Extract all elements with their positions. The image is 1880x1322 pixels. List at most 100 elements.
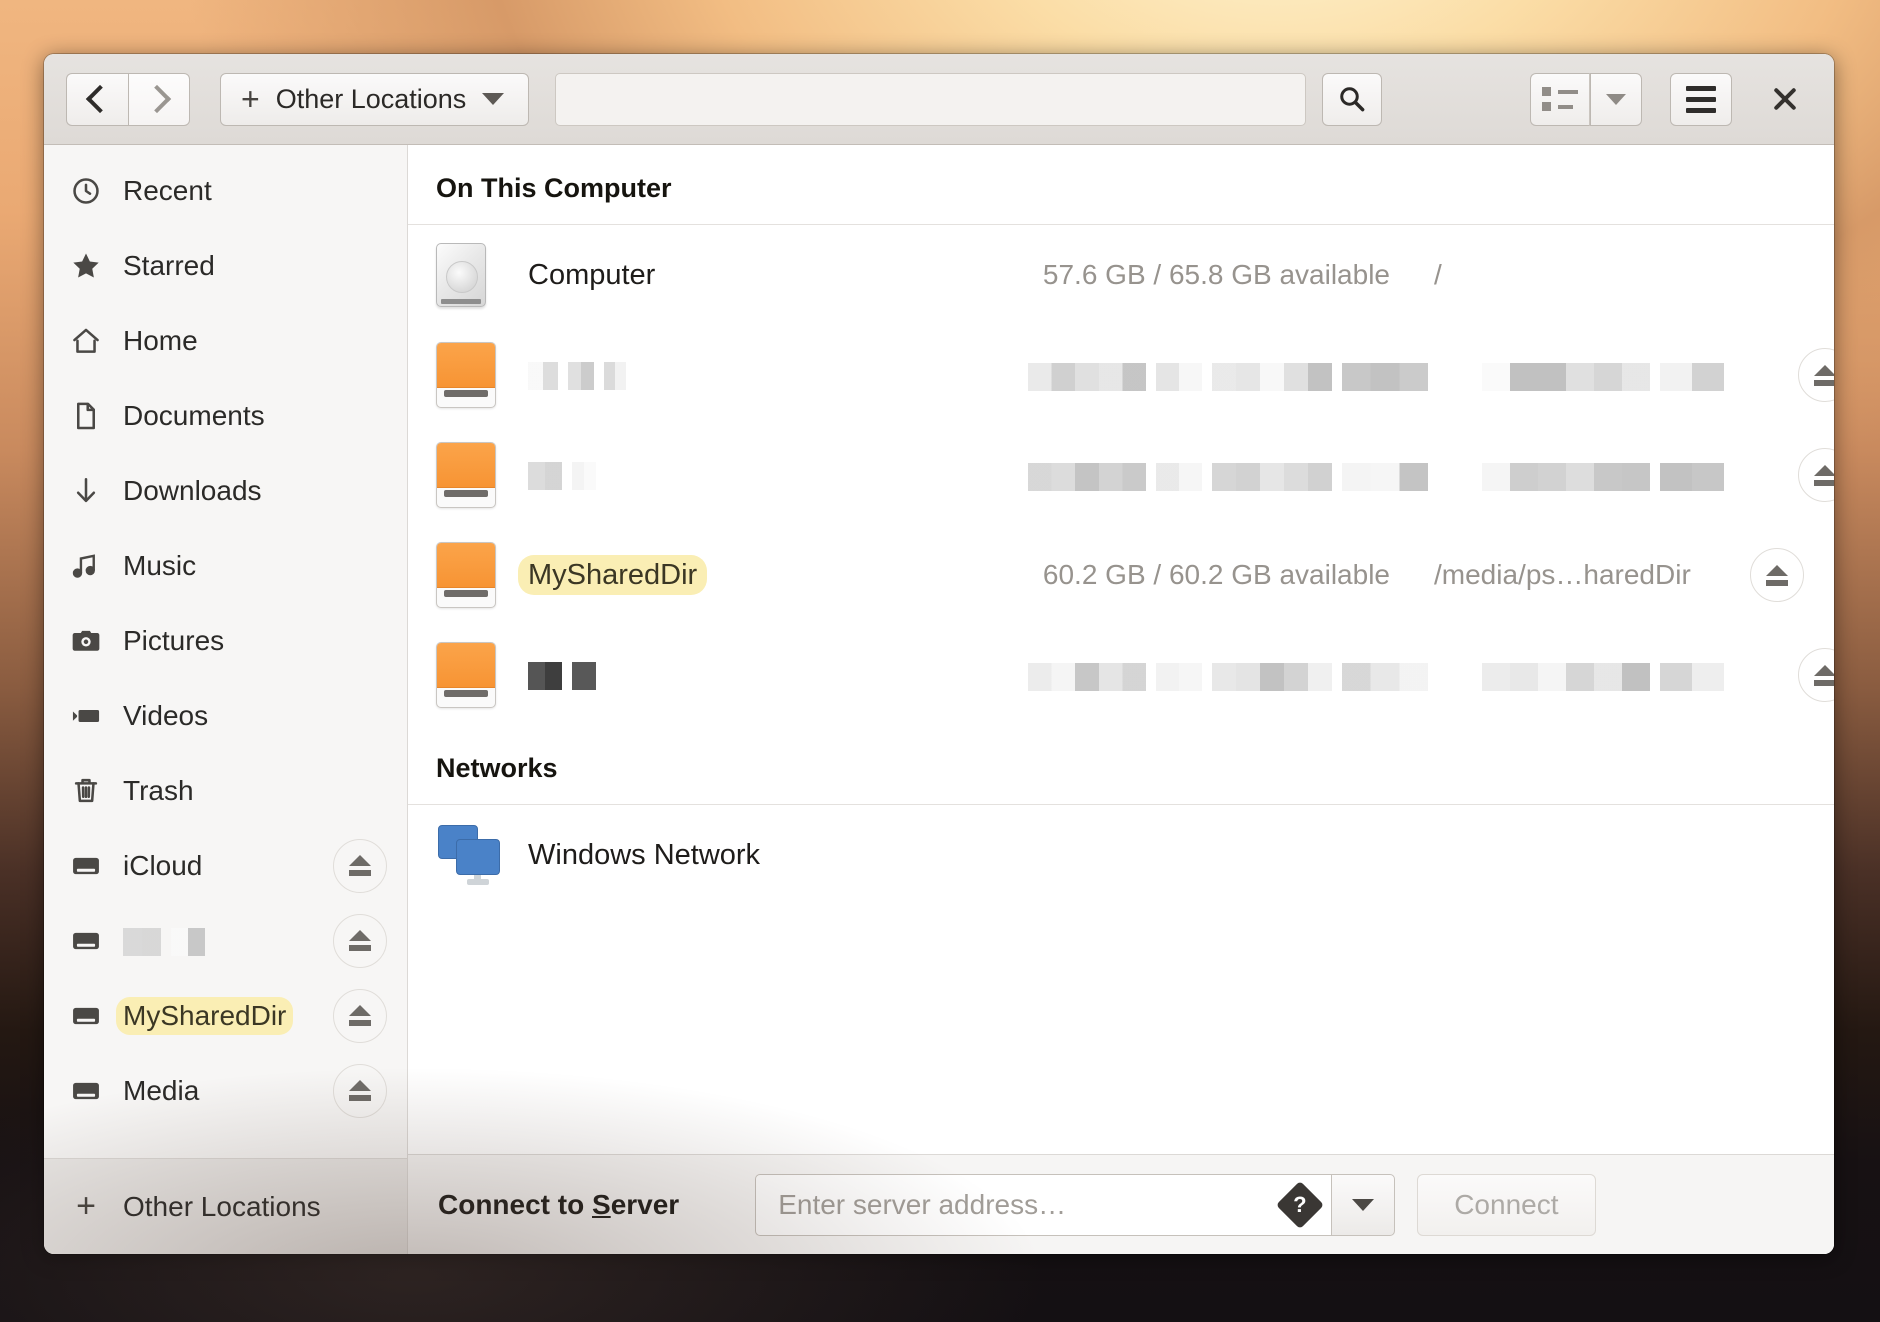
sidebar-item-label: Home — [123, 324, 198, 356]
redacted-text-block — [568, 361, 594, 390]
drive-icon — [69, 1074, 103, 1108]
redacted-text-block — [1212, 662, 1332, 691]
sidebar-item-documents[interactable]: Documents — [44, 378, 407, 453]
location-row[interactable]: Computer 57.6 GB / 65.8 GB available / — [408, 225, 1834, 325]
camera-icon — [69, 624, 103, 658]
eject-button[interactable] — [333, 913, 387, 968]
redacted-text-block — [528, 461, 562, 490]
location-row[interactable] — [408, 425, 1834, 525]
removable-drive-icon — [436, 342, 528, 408]
download-icon — [69, 474, 103, 508]
forward-button[interactable] — [128, 72, 190, 126]
sidebar-item-videos[interactable]: Videos — [44, 678, 407, 753]
sidebar-other-locations-label: Other Locations — [123, 1190, 321, 1222]
location-size — [1028, 659, 1482, 691]
trash-icon — [69, 774, 103, 808]
location-path: /media/ps…haredDir — [1434, 559, 1691, 590]
sidebar-item-downloads[interactable]: Downloads — [44, 453, 407, 528]
eject-button[interactable] — [333, 1063, 387, 1118]
location-row[interactable]: MySharedDir 60.2 GB / 60.2 GB available/m… — [408, 525, 1834, 625]
server-address-entry-group: ? — [755, 1173, 1396, 1236]
redacted-text-block — [528, 361, 558, 390]
eject-cell — [1734, 548, 1804, 602]
eject-button[interactable] — [1798, 348, 1834, 402]
redacted-text-block — [1156, 662, 1202, 691]
close-icon — [1774, 88, 1796, 110]
sidebar-item-home[interactable]: Home — [44, 303, 407, 378]
location-row[interactable] — [408, 325, 1834, 425]
eject-button[interactable] — [1750, 548, 1804, 602]
network-computers-icon — [436, 825, 528, 885]
redacted-text-block — [1342, 462, 1428, 491]
navigation-button-group — [66, 72, 190, 126]
help-icon[interactable]: ? — [1276, 1180, 1325, 1229]
location-path: / — [1434, 259, 1442, 290]
connect-button[interactable]: Connect — [1417, 1173, 1596, 1236]
sidebar-item-trash[interactable]: Trash — [44, 753, 407, 828]
server-address-input[interactable] — [776, 1187, 1274, 1222]
eject-icon — [1766, 564, 1788, 586]
eject-button[interactable] — [333, 988, 388, 1043]
eject-button[interactable] — [1798, 648, 1834, 702]
sidebar-item-label: Documents — [123, 399, 265, 431]
path-bar-label: Other Locations — [275, 83, 467, 114]
eject-icon — [1814, 464, 1834, 486]
redacted-text-block — [528, 661, 562, 690]
eject-icon — [349, 1005, 372, 1026]
sidebar-item-other-locations[interactable]: + Other Locations — [44, 1158, 407, 1254]
removable-drive-icon — [436, 542, 528, 608]
redacted-text-block — [1156, 462, 1202, 491]
server-history-dropdown-button[interactable] — [1331, 1173, 1396, 1236]
location-entry[interactable] — [555, 72, 1306, 126]
list-view-button[interactable] — [1530, 72, 1590, 126]
label-suffix: erver — [610, 1188, 680, 1220]
main-menu-button[interactable] — [1670, 72, 1732, 126]
close-window-button[interactable] — [1758, 73, 1812, 126]
hamburger-menu-icon — [1686, 85, 1716, 113]
sidebar-item-label: Trash — [123, 774, 194, 806]
redacted-text-block — [1342, 662, 1428, 691]
sidebar-item-media[interactable]: Media — [44, 1053, 407, 1128]
redacted-text-block — [1028, 462, 1146, 491]
server-address-field[interactable]: ? — [755, 1173, 1332, 1236]
redacted-text-block — [572, 661, 596, 690]
redacted-text-block — [1482, 362, 1650, 391]
connect-to-server-bar: Connect to Server ? Connect — [408, 1154, 1834, 1254]
back-button[interactable] — [66, 72, 128, 126]
chevron-left-icon — [85, 84, 115, 114]
sidebar-item-recent[interactable]: Recent — [44, 153, 407, 228]
sidebar-item-starred[interactable]: Starred — [44, 228, 407, 303]
sidebar-item-icloud[interactable]: iCloud — [44, 828, 407, 903]
location-row[interactable] — [408, 625, 1834, 725]
sidebar-item-music[interactable]: Music — [44, 528, 407, 603]
clock-icon — [69, 174, 103, 208]
video-icon — [69, 699, 103, 733]
hard-drive-icon — [436, 243, 528, 307]
search-icon — [1340, 87, 1365, 112]
location-name: MySharedDir — [518, 554, 1028, 595]
eject-button[interactable] — [333, 838, 387, 893]
document-icon — [69, 399, 103, 433]
redacted-text-block — [604, 361, 626, 390]
removable-drive-icon — [436, 642, 528, 708]
sidebar-item-label: MySharedDir — [116, 996, 294, 1035]
location-size — [1028, 359, 1482, 391]
redacted-text-block — [1212, 462, 1332, 491]
sidebar-item-pictures[interactable]: Pictures — [44, 603, 407, 678]
sidebar-item-label: Music — [123, 549, 197, 581]
locations-list: On This Computer Computer 57.6 GB / 65.8 G… — [408, 145, 1834, 1154]
view-options-dropdown-button[interactable] — [1590, 72, 1642, 126]
file-manager-window: + Other Locations Recent Starred Home Do… — [44, 54, 1834, 1254]
location-row[interactable]: Windows Network — [408, 805, 1834, 905]
path-bar-other-locations[interactable]: + Other Locations — [220, 72, 530, 126]
sidebar-item-myshareddir[interactable]: MySharedDir — [44, 978, 407, 1053]
location-path — [1482, 459, 1782, 491]
sidebar-item-redacted-10[interactable] — [44, 903, 407, 978]
redacted-text-block — [1482, 662, 1650, 691]
chevron-down-icon — [1352, 1198, 1375, 1211]
redacted-text-block — [1212, 362, 1332, 391]
eject-button[interactable] — [1798, 448, 1834, 502]
window-body: Recent Starred Home Documents Downloads Music… — [44, 145, 1834, 1254]
search-button[interactable] — [1322, 72, 1382, 126]
location-size: 60.2 GB / 60.2 GB available — [1042, 559, 1390, 590]
